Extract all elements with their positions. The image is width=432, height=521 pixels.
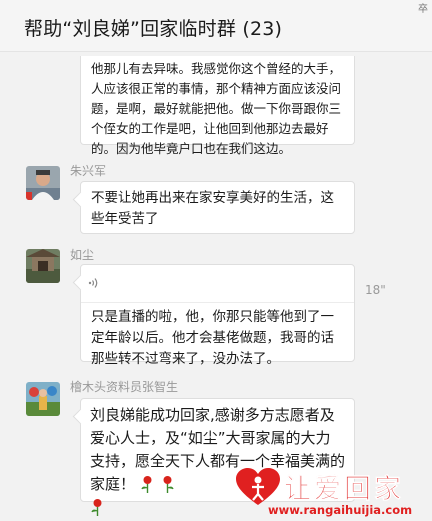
avatar-zhuxingjun[interactable] (26, 166, 60, 200)
chat-title[interactable]: 帮助“刘良娣”回家临时群 (23) (24, 14, 282, 41)
rose-icon (163, 476, 174, 493)
voice-icon[interactable] (87, 276, 101, 290)
message-bubble-2[interactable]: 不要让她再出来在家安享美好的生活，这些年受苦了 (80, 181, 355, 234)
message-text-3: 只是直播的啦，他，你那只能等他到了一定年龄以后。他才会基佬做题，我哥的话那些转不… (91, 309, 334, 367)
avatar-ruchen[interactable] (26, 249, 60, 283)
sender-name-4: 檜木头资料员张智生 (70, 380, 179, 394)
watermark-text: 让爱回家 (284, 474, 404, 506)
sender-name-3: 如尘 (70, 248, 95, 262)
rose-icon (141, 476, 152, 493)
message-text-2: 不要让她再出来在家安享美好的生活，这些年受苦了 (91, 190, 334, 227)
avatar-image (26, 249, 60, 283)
watermark-url: www.rangaihuijia.com (268, 503, 413, 517)
message-bubble-1[interactable]: 他那儿有去异味。我感觉你这个曾经的大手，人应该很正常的事情，那个精神方面应该没问… (80, 56, 355, 156)
avatar-zhangzhisheng[interactable] (26, 382, 60, 416)
message-bubble-3[interactable]: 只是直播的啦，他，你那只能等他到了一定年龄以后。他才会基佬做题，我哥的话那些转不… (80, 264, 355, 367)
chat-header: 帮助“刘良娣”回家临时群 (23) 卒 (0, 0, 432, 52)
message-text-1: 他那儿有去异味。我感觉你这个曾经的大手，人应该很正常的事情，那个精神方面应该没问… (91, 61, 342, 156)
voice-duration: 18" (365, 283, 386, 297)
corner-glyph: 卒 (418, 4, 428, 15)
rose-icon (91, 499, 102, 516)
watermark: 让爱回家 www.rangaihuijia.com (232, 465, 432, 521)
avatar-image (26, 166, 60, 200)
heart-logo-icon (236, 468, 280, 505)
avatar-image (26, 382, 60, 416)
voice-divider (81, 302, 354, 303)
sender-name-2: 朱兴军 (70, 164, 107, 178)
